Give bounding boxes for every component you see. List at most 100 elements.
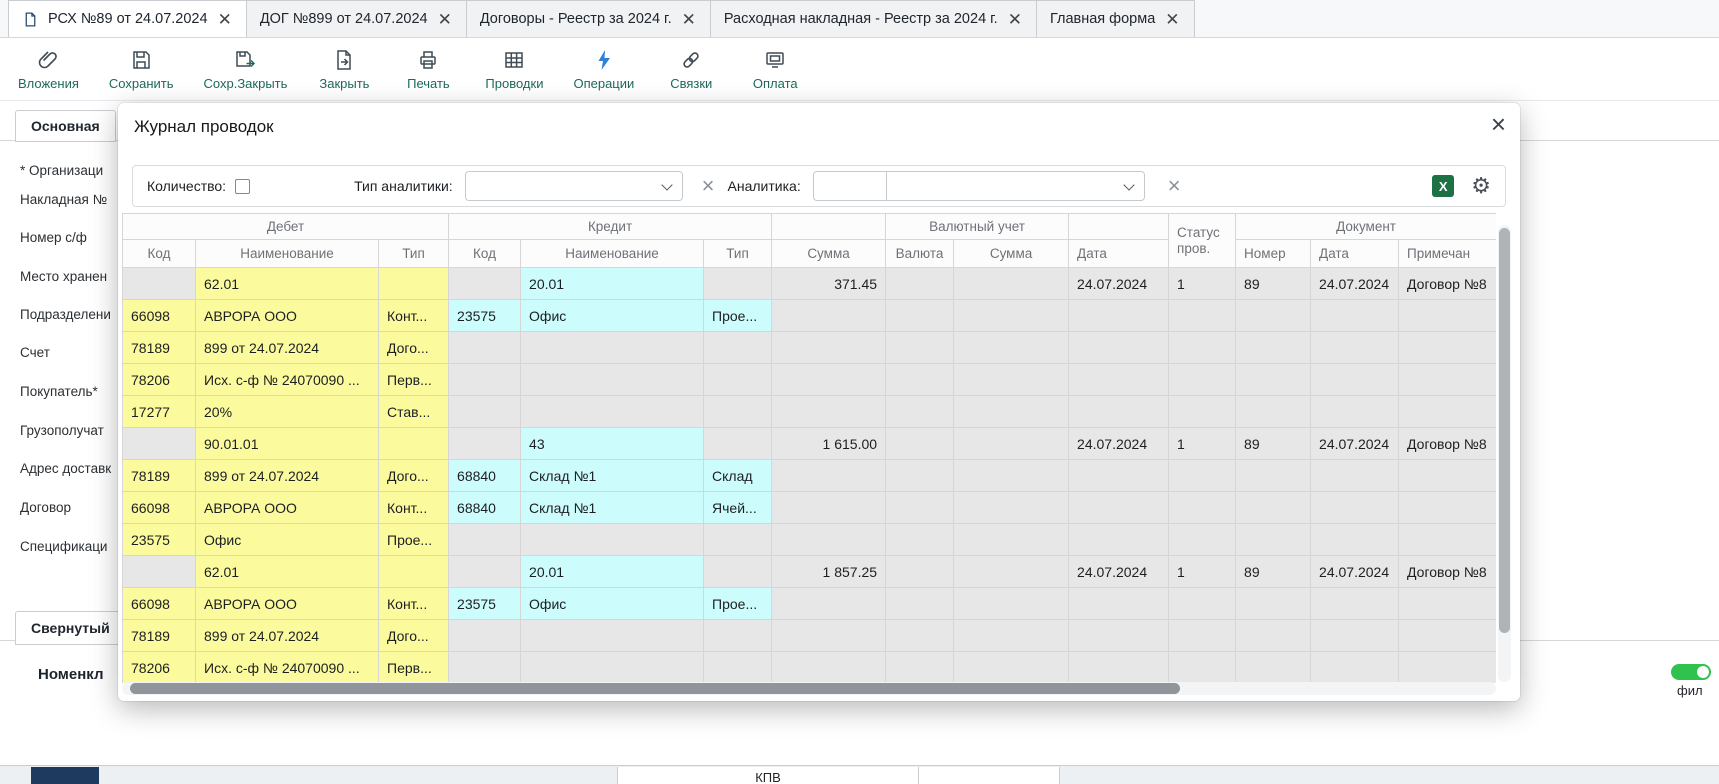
cell-note[interactable]: Договор №8 [1399,268,1496,300]
cell-d_type[interactable]: Перв... [379,364,449,396]
cell-doc_date[interactable] [1311,396,1399,428]
cell-d_type[interactable]: Дого... [379,460,449,492]
cell-sum[interactable]: 1 615.00 [772,428,886,460]
tab-rsx-89[interactable]: РСХ №89 от 24.07.2024 ✕ [8,0,247,37]
analytics-code-input[interactable] [813,171,886,201]
cell-status[interactable]: 1 [1169,428,1236,460]
cell-currency[interactable] [886,300,954,332]
filter-toggle[interactable] [1671,664,1711,680]
cell-currency[interactable] [886,364,954,396]
cell-k_type[interactable] [704,364,772,396]
cell-doc_date[interactable] [1311,364,1399,396]
cell-d_name[interactable]: 62.01 [196,556,379,588]
cell-d_type[interactable] [379,428,449,460]
cell-date[interactable] [1069,588,1169,620]
cell-k_name[interactable]: Офис [521,300,704,332]
cell-k_name[interactable]: Офис [521,588,704,620]
cell-note[interactable] [1399,620,1496,652]
cell-d_name[interactable]: 899 от 24.07.2024 [196,332,379,364]
cell-sum[interactable] [772,396,886,428]
column-header-currency[interactable]: Валюта [886,240,954,268]
cell-doc_date[interactable]: 24.07.2024 [1311,556,1399,588]
cell-status[interactable] [1169,652,1236,684]
cell-cur_sum[interactable] [954,268,1069,300]
cell-d_type[interactable]: Дого... [379,332,449,364]
tab-close-icon[interactable]: ✕ [1007,11,1023,28]
toolbar-button-save[interactable]: Сохранить [109,48,174,91]
cell-k_name[interactable]: Склад №1 [521,460,704,492]
cell-k_code[interactable]: 23575 [449,300,521,332]
cell-d_type[interactable] [379,556,449,588]
cell-doc_date[interactable]: 24.07.2024 [1311,428,1399,460]
column-header-debit-code[interactable]: Код [123,240,196,268]
cell-k_code[interactable] [449,620,521,652]
cell-sum[interactable] [772,364,886,396]
quantity-checkbox[interactable] [235,179,250,194]
cell-k_code[interactable] [449,396,521,428]
cell-doc_date[interactable]: 24.07.2024 [1311,268,1399,300]
cell-doc_date[interactable] [1311,492,1399,524]
cell-k_name[interactable] [521,620,704,652]
cell-note[interactable] [1399,332,1496,364]
cell-date[interactable] [1069,460,1169,492]
cell-doc_num[interactable] [1236,332,1311,364]
toolbar-button-print[interactable]: Печать [401,48,455,91]
cell-doc_num[interactable]: 89 [1236,556,1311,588]
cell-k_name[interactable]: Склад №1 [521,492,704,524]
cell-d_type[interactable]: Конт... [379,492,449,524]
cell-doc_date[interactable] [1311,620,1399,652]
tab-expense-invoice-registry[interactable]: Расходная накладная - Реестр за 2024 г. … [710,0,1037,37]
tab-dog-899[interactable]: ДОГ №899 от 24.07.2024 ✕ [246,0,467,37]
cell-sum[interactable] [772,652,886,684]
cell-doc_date[interactable] [1311,332,1399,364]
cell-sum[interactable]: 371.45 [772,268,886,300]
cell-date[interactable] [1069,396,1169,428]
cell-d_type[interactable]: Перв... [379,652,449,684]
column-header-note[interactable]: Примечан [1399,240,1496,268]
cell-d_type[interactable] [379,268,449,300]
column-header-credit-type[interactable]: Тип [704,240,772,268]
cell-k_type[interactable]: Прое... [704,300,772,332]
cell-cur_sum[interactable] [954,396,1069,428]
cell-d_type[interactable]: Конт... [379,300,449,332]
tab-close-icon[interactable]: ✕ [1164,11,1180,28]
excel-export-button[interactable]: X [1432,175,1454,197]
cell-k_type[interactable]: Склад [704,460,772,492]
cell-sum[interactable] [772,460,886,492]
cell-note[interactable] [1399,460,1496,492]
cell-k_name[interactable] [521,396,704,428]
bottom-dark-button[interactable] [31,767,99,784]
cell-d_name[interactable]: АВРОРА ООО [196,300,379,332]
tab-close-icon[interactable]: ✕ [217,11,233,28]
toolbar-button-operations[interactable]: Операции [573,48,634,91]
column-header-date[interactable]: Дата [1069,240,1169,268]
cell-k_name[interactable] [521,332,704,364]
cell-k_type[interactable] [704,268,772,300]
cell-doc_num[interactable]: 89 [1236,268,1311,300]
cell-doc_date[interactable] [1311,588,1399,620]
column-header-debit-name[interactable]: Наименование [196,240,379,268]
cell-k_name[interactable]: 20.01 [521,556,704,588]
toolbar-button-postings[interactable]: Проводки [485,48,543,91]
cell-doc_num[interactable] [1236,652,1311,684]
column-header-doc-number[interactable]: Номер [1236,240,1311,268]
cell-doc_num[interactable] [1236,460,1311,492]
cell-cur_sum[interactable] [954,652,1069,684]
toolbar-button-payment[interactable]: Оплата [748,48,802,91]
cell-k_code[interactable] [449,524,521,556]
cell-date[interactable] [1069,300,1169,332]
cell-cur_sum[interactable] [954,524,1069,556]
cell-d_code[interactable] [123,556,196,588]
modal-close-icon[interactable]: × [1491,111,1506,137]
group-header-debit[interactable]: Дебет [123,214,449,240]
cell-k_code[interactable]: 68840 [449,460,521,492]
cell-k_type[interactable] [704,524,772,556]
cell-currency[interactable] [886,588,954,620]
cell-doc_num[interactable] [1236,588,1311,620]
cell-k_type[interactable] [704,620,772,652]
column-header-status[interactable]: Статус пров. [1169,214,1236,268]
cell-date[interactable] [1069,524,1169,556]
cell-doc_num[interactable]: 89 [1236,428,1311,460]
group-header-document[interactable]: Документ [1236,214,1496,240]
cell-currency[interactable] [886,652,954,684]
